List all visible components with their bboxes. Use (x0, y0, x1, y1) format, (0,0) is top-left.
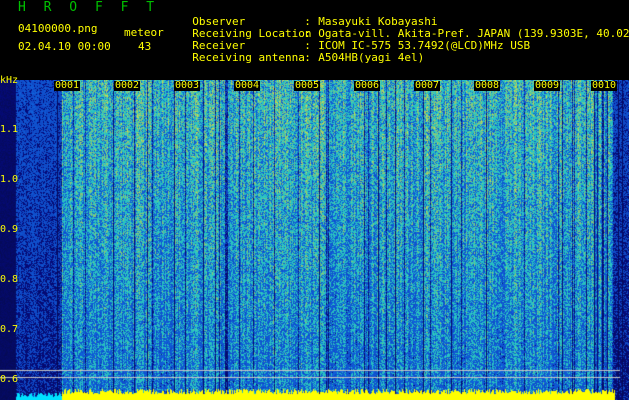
meta-value: A504HB(yagi 4el) (318, 51, 425, 64)
y-tick-label: 0.6 (0, 374, 19, 385)
meteor-label: meteor (124, 26, 164, 39)
y-axis-unit: kHz (0, 75, 19, 86)
x-tick-label: 0003 (174, 80, 201, 91)
x-tick-label: 0009 (534, 80, 561, 91)
y-tick-label: 0.8 (0, 274, 19, 285)
spectrogram-canvas (0, 80, 629, 400)
meta-row-antenna: Receiving antenna: A504HB(yagi 4el) (179, 40, 424, 64)
y-tick-label: 0.7 (0, 324, 19, 335)
x-tick-label: 0008 (474, 80, 501, 91)
meta-sep: : (304, 51, 311, 64)
meta-key: Receiving antenna (192, 51, 305, 64)
x-tick-label: 0010 (591, 80, 618, 91)
x-tick-label: 0007 (414, 80, 441, 91)
x-tick-label: 0006 (354, 80, 381, 91)
y-tick-label: 1.1 (0, 124, 19, 135)
app-title: H R O F F T (18, 0, 160, 15)
y-tick-label: 1.0 (0, 174, 19, 185)
y-tick-label: 0.9 (0, 224, 19, 235)
x-tick-label: 0001 (54, 80, 81, 91)
filename-label: 04100000.png (18, 22, 98, 35)
x-tick-label: 0004 (234, 80, 261, 91)
x-tick-label: 0002 (114, 80, 141, 91)
x-tick-label: 0005 (294, 80, 321, 91)
datetime-label: 02.04.10 00:00 (18, 40, 111, 53)
meteor-count: 43 (138, 40, 152, 53)
